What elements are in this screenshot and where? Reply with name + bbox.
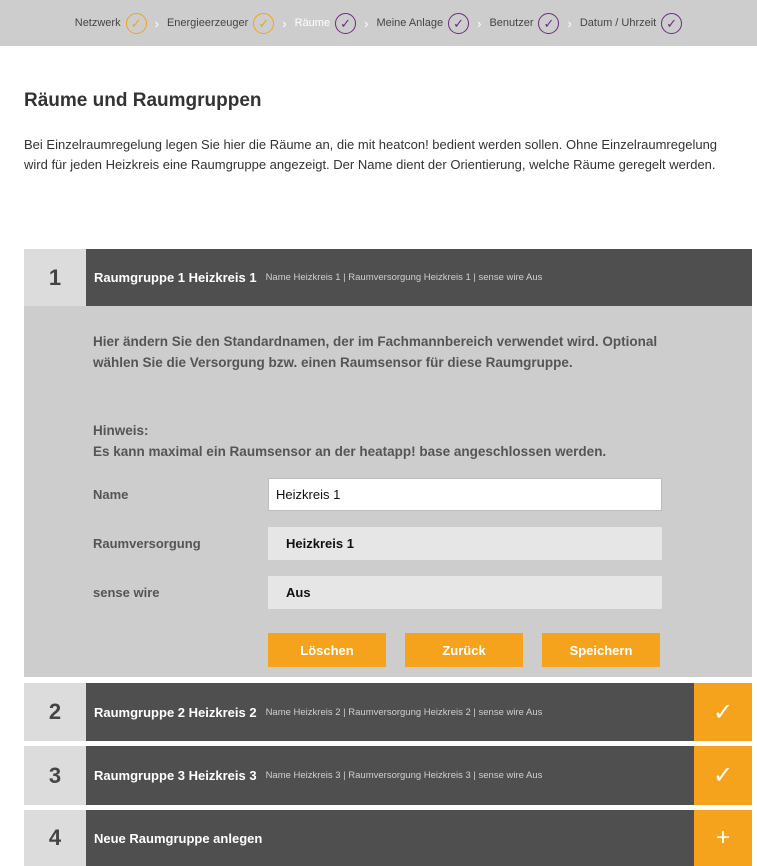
group-summary: Name Heizkreis 1 | Raumversorgung Heizkr… (265, 272, 543, 283)
sensor-select[interactable]: Aus (268, 576, 662, 609)
step-meine-anlage[interactable]: Meine Anlage ✓ (376, 12, 470, 34)
group-number: 3 (24, 746, 86, 805)
step-raeume[interactable]: Räume ✓ (294, 12, 357, 34)
step-label: Benutzer (489, 17, 534, 29)
group-title: Raumgruppe 1 Heizkreis 1 (94, 270, 257, 285)
group-title: Raumgruppe 2 Heizkreis 2 (94, 704, 257, 720)
chevron-right-icon: › (567, 15, 572, 31)
sensor-label: sense wire (93, 585, 160, 600)
supply-select[interactable]: Heizkreis 1 (268, 527, 662, 560)
group-header[interactable]: Raumgruppe 1 Heizkreis 1 Name Heizkreis … (86, 249, 752, 306)
hint-text: Es kann maximal ein Raumsensor an der he… (93, 444, 607, 459)
editor-hint: Hinweis: Es kann maximal ein Raumsensor … (93, 420, 733, 462)
step-label: Netzwerk (74, 17, 121, 29)
page-intro: Bei Einzelraumregelung legen Sie hier di… (24, 137, 718, 172)
name-input[interactable] (268, 478, 662, 511)
group-editor-panel: Hier ändern Sie den Standardnamen, der i… (24, 306, 752, 677)
group-number: 2 (24, 683, 86, 741)
step-label: Meine Anlage (376, 17, 444, 29)
group-summary: Name Heizkreis 3 | Raumversorgung Heizkr… (265, 770, 543, 781)
group-title: Neue Raumgruppe anlegen (94, 830, 263, 846)
step-netzwerk[interactable]: Netzwerk ✓ (74, 12, 147, 34)
check-circle-icon: ✓ (335, 12, 357, 34)
chevron-right-icon: › (477, 15, 482, 31)
group-row-2[interactable]: 2 Raumgruppe 2 Heizkreis 2 Name Heizkrei… (24, 683, 752, 741)
group-header[interactable]: Raumgruppe 3 Heizkreis 3 Name Heizkreis … (86, 746, 694, 805)
hint-title: Hinweis: (93, 423, 149, 438)
group-row-3[interactable]: 3 Raumgruppe 3 Heizkreis 3 Name Heizkrei… (24, 746, 752, 805)
delete-button[interactable]: Löschen (268, 633, 386, 667)
check-circle-icon: ✓ (253, 12, 275, 34)
checkmark-icon[interactable]: ✓ (694, 683, 752, 741)
group-row-new[interactable]: 4 Neue Raumgruppe anlegen + (24, 810, 752, 866)
group-number: 4 (24, 810, 86, 866)
save-button[interactable]: Speichern (542, 633, 660, 667)
group-row-1[interactable]: 1 Raumgruppe 1 Heizkreis 1 Name Heizkrei… (24, 249, 752, 306)
page-title: Räume und Raumgruppen (24, 90, 262, 111)
group-header[interactable]: Raumgruppe 2 Heizkreis 2 Name Heizkreis … (86, 683, 694, 741)
group-title: Raumgruppe 3 Heizkreis 3 (94, 768, 257, 783)
step-label: Energieerzeuger (166, 17, 249, 29)
check-circle-icon: ✓ (448, 12, 470, 34)
step-datum-uhrzeit[interactable]: Datum / Uhrzeit ✓ (579, 12, 683, 34)
checkmark-icon[interactable]: ✓ (694, 746, 752, 805)
step-label: Räume (294, 17, 331, 29)
step-label: Datum / Uhrzeit (579, 17, 657, 29)
check-circle-icon: ✓ (538, 12, 560, 34)
chevron-right-icon: › (364, 15, 369, 31)
name-label: Name (93, 487, 129, 502)
group-number: 1 (24, 249, 86, 306)
back-button[interactable]: Zurück (405, 633, 523, 667)
group-summary: Name Heizkreis 2 | Raumversorgung Heizkr… (265, 706, 543, 718)
step-energieerzeuger[interactable]: Energieerzeuger ✓ (166, 12, 275, 34)
check-circle-icon: ✓ (125, 12, 147, 34)
wizard-progress: Netzwerk ✓ › Energieerzeuger ✓ › Räume ✓… (0, 0, 757, 46)
chevron-right-icon: › (282, 15, 287, 31)
chevron-right-icon: › (154, 15, 159, 31)
plus-icon[interactable]: + (694, 810, 752, 866)
step-benutzer[interactable]: Benutzer ✓ (489, 12, 560, 34)
check-circle-icon: ✓ (661, 12, 683, 34)
editor-info: Hier ändern Sie den Standardnamen, der i… (93, 334, 658, 370)
group-header[interactable]: Neue Raumgruppe anlegen (86, 810, 694, 866)
supply-label: Raumversorgung (93, 536, 201, 551)
